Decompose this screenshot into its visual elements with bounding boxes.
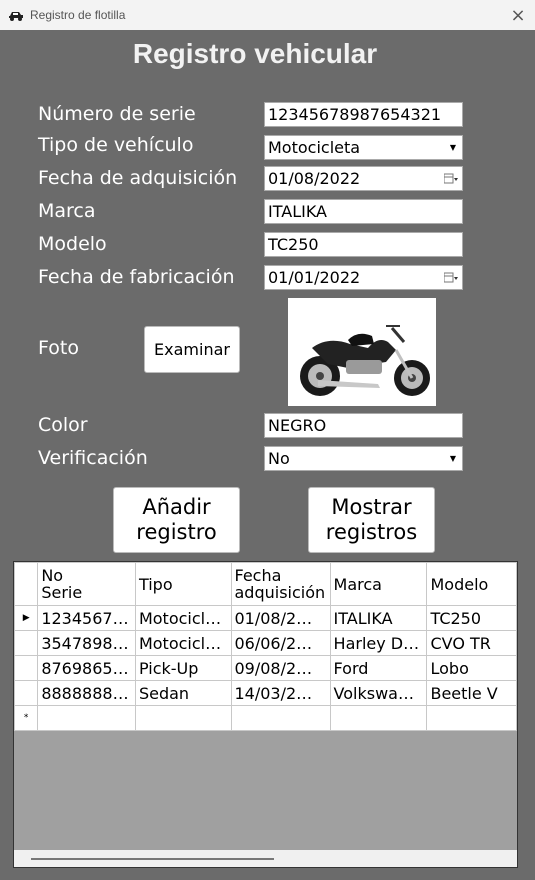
table-cell[interactable]: Sedan — [134, 680, 232, 706]
show-records-button[interactable]: Mostrar registros — [308, 487, 435, 553]
add-record-button[interactable]: Añadir registro — [113, 487, 240, 553]
table-cell[interactable]: Motocicl… — [134, 630, 232, 656]
table-cell[interactable] — [426, 705, 517, 731]
table-row[interactable]: 8769865… Pick-Up 09/08/2… Ford Lobo — [14, 655, 517, 681]
table-cell[interactable]: Volkswa… — [329, 680, 428, 706]
motorcycle-image — [300, 325, 430, 396]
vehicle-photo — [288, 298, 436, 406]
tipo-select[interactable]: Motocicleta ▼ — [264, 135, 463, 160]
table-cell[interactable]: Beetle V — [426, 680, 517, 706]
verificacion-value: No — [268, 449, 290, 468]
car-icon — [9, 12, 23, 21]
current-row-indicator[interactable]: ▶ — [14, 605, 39, 631]
table-cell[interactable]: ITALIKA — [329, 605, 428, 631]
color-label: Color — [38, 414, 88, 436]
records-grid[interactable]: No Serie Tipo Fecha adquisición Marca Mo… — [13, 561, 518, 868]
table-cell[interactable]: Ford — [329, 655, 428, 681]
table-cell[interactable]: Motocicl… — [134, 605, 232, 631]
horizontal-scrollbar[interactable] — [14, 850, 517, 867]
table-cell[interactable]: 06/06/2… — [230, 630, 331, 656]
fecha-fab-label: Fecha de fabricación — [38, 266, 235, 288]
row-header[interactable] — [14, 630, 39, 656]
verificacion-select[interactable]: No ▼ — [264, 446, 463, 471]
window-title: Registro de flotilla — [30, 8, 126, 22]
row-header[interactable] — [14, 655, 39, 681]
color-input[interactable]: NEGRO — [264, 413, 463, 438]
tipo-label: Tipo de vehículo — [38, 134, 194, 156]
calendar-icon[interactable] — [444, 173, 458, 185]
table-cell[interactable]: 8769865… — [37, 655, 136, 681]
close-button[interactable]: × — [501, 0, 535, 30]
tipo-value: Motocicleta — [268, 138, 361, 157]
close-icon: × — [510, 4, 526, 26]
table-cell[interactable] — [329, 705, 428, 731]
modelo-label: Modelo — [38, 233, 107, 255]
marca-input[interactable]: ITALIKA — [264, 199, 463, 224]
table-cell[interactable] — [134, 705, 232, 731]
show-records-label-line1: Mostrar — [331, 495, 412, 519]
table-cell[interactable]: CVO TR — [426, 630, 517, 656]
serie-label: Número de serie — [38, 103, 196, 125]
row-header-corner — [14, 562, 39, 606]
add-record-label-line2: registro — [136, 520, 217, 544]
table-cell[interactable] — [37, 705, 136, 731]
records-table: No Serie Tipo Fecha adquisición Marca Mo… — [14, 562, 517, 731]
column-header-modelo[interactable]: Modelo — [426, 562, 517, 606]
serie-input[interactable]: 12345678987654321 — [264, 102, 463, 127]
marca-label: Marca — [38, 200, 96, 222]
modelo-input[interactable]: TC250 — [264, 232, 463, 257]
table-cell[interactable]: 3547898… — [37, 630, 136, 656]
verificacion-label: Verificación — [38, 447, 148, 469]
fecha-adq-value: 01/08/2022 — [268, 169, 361, 188]
show-records-label-line2: registros — [325, 520, 418, 544]
add-record-label-line1: Añadir — [142, 495, 211, 519]
dropdown-arrow-icon[interactable]: ▼ — [446, 139, 460, 156]
column-header-marca[interactable]: Marca — [329, 562, 428, 606]
calendar-icon[interactable] — [444, 272, 458, 284]
foto-label: Foto — [38, 337, 79, 359]
column-header-tipo[interactable]: Tipo — [134, 562, 232, 606]
fecha-fab-value: 01/01/2022 — [268, 268, 361, 287]
column-header-serie[interactable]: No Serie — [37, 562, 136, 606]
table-row[interactable]: 8888888… Sedan 14/03/2… Volkswa… Beetle … — [14, 680, 517, 706]
table-cell[interactable]: 1234567… — [37, 605, 136, 631]
column-header-fecha[interactable]: Fecha adquisición — [230, 562, 331, 606]
new-row-indicator[interactable]: * — [14, 705, 39, 731]
title-bar: Registro de flotilla × — [0, 0, 535, 30]
row-header[interactable] — [14, 680, 39, 706]
dropdown-arrow-icon[interactable]: ▼ — [446, 450, 460, 467]
new-row[interactable]: * — [14, 705, 517, 731]
page-title: Registro vehicular — [132, 38, 378, 69]
table-cell[interactable] — [230, 705, 331, 731]
table-cell[interactable]: TC250 — [426, 605, 517, 631]
fecha-adq-picker[interactable]: 01/08/2022 — [264, 166, 463, 191]
table-cell[interactable]: 14/03/2… — [230, 680, 331, 706]
examinar-button[interactable]: Examinar — [144, 326, 240, 373]
table-cell[interactable]: 8888888… — [37, 680, 136, 706]
fecha-fab-picker[interactable]: 01/01/2022 — [264, 265, 463, 290]
fecha-adq-label: Fecha de adquisición — [38, 167, 238, 189]
table-cell[interactable]: Pick-Up — [134, 655, 232, 681]
table-cell[interactable]: Harley D… — [329, 630, 428, 656]
table-cell[interactable]: 09/08/2… — [230, 655, 331, 681]
scrollbar-thumb[interactable] — [31, 858, 274, 860]
table-row[interactable]: ▶ 1234567… Motocicl… 01/08/2… ITALIKA TC… — [14, 605, 517, 631]
table-cell[interactable]: 01/08/2… — [230, 605, 331, 631]
table-cell[interactable]: Lobo — [426, 655, 517, 681]
table-row[interactable]: 3547898… Motocicl… 06/06/2… Harley D… CV… — [14, 630, 517, 656]
